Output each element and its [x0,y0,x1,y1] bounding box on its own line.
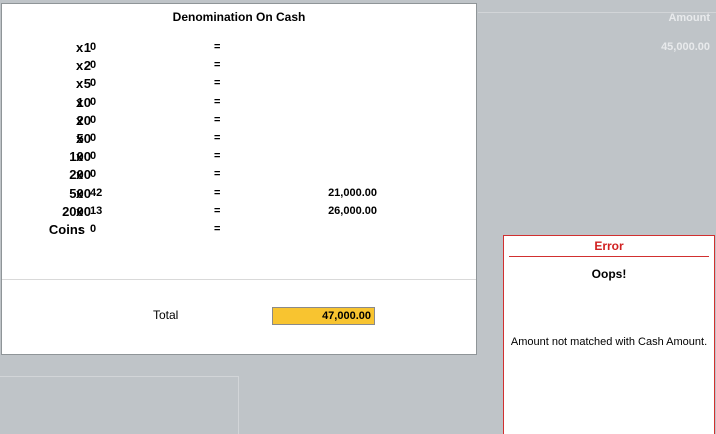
equals-sign: = [214,222,221,235]
equals-sign: = [214,95,221,108]
multiply-sign: x [76,76,84,92]
error-heading: Oops! [591,267,627,281]
colon-sign: : [78,221,83,237]
multiply-sign: x [76,58,84,74]
total-label: Total [153,308,179,322]
count-field[interactable]: 0 [90,96,96,108]
count-field[interactable]: 0 [90,77,96,89]
count-field[interactable]: 13 [90,205,102,217]
denomination-row: 2000 x 13 = 26,000.00 [2,203,476,221]
equals-sign: = [214,204,221,217]
count-field[interactable]: 0 [90,132,96,144]
denomination-row: 10 x 0 = [2,94,476,112]
total-value: 47,000.00 [272,307,375,325]
denomination-rows: 1 x 0 = 2 x 0 = 5 x 0 = 10 x 0 = 20 x 0 … [2,39,476,239]
background-amount-header: Amount [668,12,710,24]
row-amount: 26,000.00 [328,204,377,217]
background-panel [0,376,239,434]
error-title-rule [509,256,709,257]
equals-sign: = [214,113,221,126]
denomination-row: 500 x 42 = 21,000.00 [2,185,476,203]
multiply-sign: x [76,94,84,110]
count-field[interactable]: 0 [90,168,96,180]
multiply-sign: x [76,203,84,219]
error-message: Amount not matched with Cash Amount. [510,336,708,348]
count-field[interactable]: 0 [90,59,96,71]
denomination-row: 5 x 0 = [2,75,476,93]
count-field[interactable]: 0 [90,150,96,162]
denomination-row: 200 x 0 = [2,166,476,184]
multiply-sign: x [76,185,84,201]
denomination-row: 1 x 0 = [2,39,476,57]
equals-sign: = [214,186,221,199]
multiply-sign: x [76,112,84,128]
denomination-row: 2 x 0 = [2,57,476,75]
denomination-dialog: Denomination On Cash 1 x 0 = 2 x 0 = 5 x… [1,3,477,355]
multiply-sign: x [76,130,84,146]
equals-sign: = [214,168,221,181]
count-field[interactable]: 42 [90,187,102,199]
multiply-sign: x [76,167,84,183]
equals-sign: = [214,41,221,53]
count-field[interactable]: 0 [90,41,96,53]
equals-sign: = [214,77,221,90]
denomination-row: 20 x 0 = [2,112,476,130]
denomination-row: 50 x 0 = [2,130,476,148]
count-field[interactable]: 0 [90,114,96,126]
multiply-sign: x [76,149,84,165]
coins-count-field[interactable]: 0 [90,223,96,235]
denomination-row: 100 x 0 = [2,148,476,166]
error-title: Error [594,239,624,253]
row-amount: 21,000.00 [328,186,377,199]
multiply-sign: x [76,40,84,55]
error-dialog: Error Oops! Amount not matched with Cash… [503,235,715,434]
dialog-title: Denomination On Cash [172,10,306,24]
background-amount-value: 45,000.00 [661,41,710,53]
coins-row: Coins : 0 = [2,221,476,239]
equals-sign: = [214,131,221,144]
equals-sign: = [214,150,221,163]
total-divider [2,279,476,280]
equals-sign: = [214,59,221,72]
